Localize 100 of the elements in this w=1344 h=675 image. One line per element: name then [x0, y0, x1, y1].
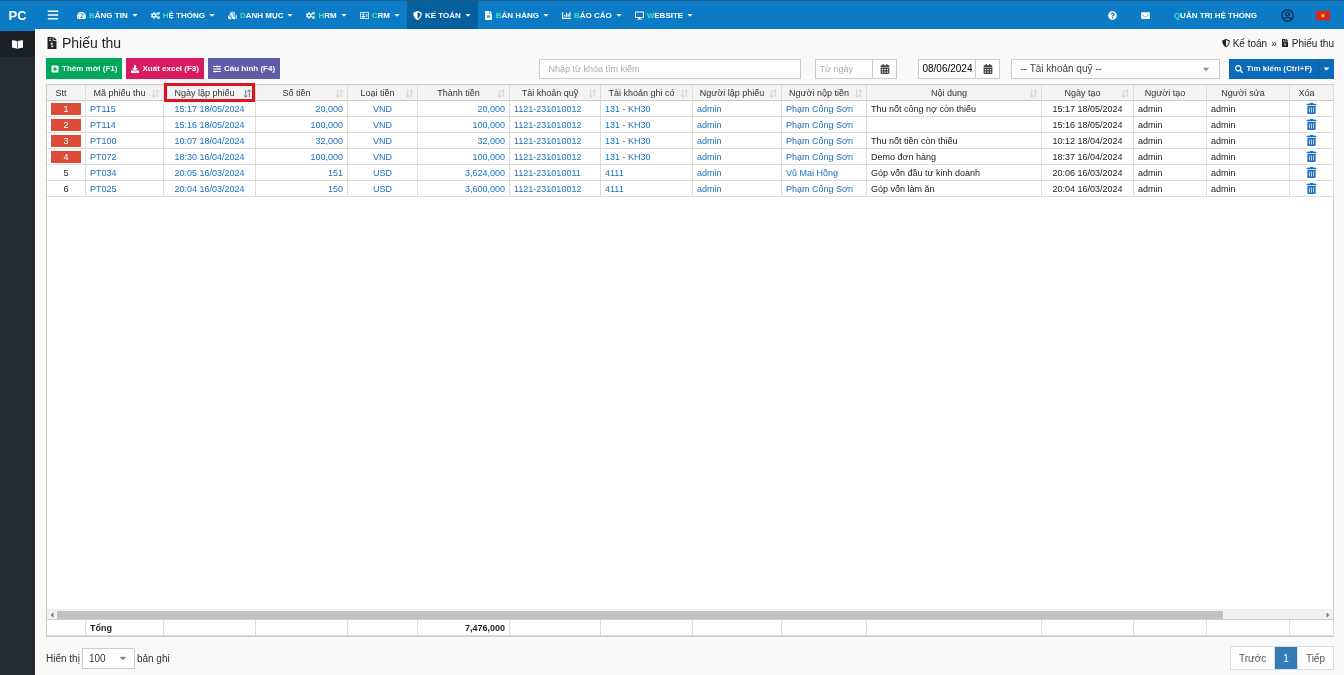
- table-cell[interactable]: Vũ Mai Hồng: [782, 165, 867, 181]
- table-cell[interactable]: 4111: [601, 165, 693, 181]
- dropdown-toggle[interactable]: [1318, 58, 1334, 79]
- table-cell[interactable]: VND: [348, 117, 418, 133]
- table-cell[interactable]: 100,000: [256, 149, 348, 165]
- table-cell[interactable]: 151: [256, 165, 348, 181]
- nav-menu-item[interactable]: BÁN HÀNG: [477, 1, 556, 29]
- column-header[interactable]: Nội dung: [867, 85, 1042, 101]
- table-cell[interactable]: VND: [348, 133, 418, 149]
- table-cell[interactable]: 20,000: [418, 101, 510, 117]
- nav-menu-item[interactable]: HỆ THỐNG: [144, 1, 222, 29]
- table-cell[interactable]: 20:04 16/03/2024: [164, 181, 256, 197]
- search-button[interactable]: Tìm kiếm (Ctrl+F): [1229, 58, 1318, 79]
- table-cell[interactable]: admin: [693, 117, 782, 133]
- search-field[interactable]: Nhập từ khóa tìm kiếm: [539, 58, 802, 79]
- export-button[interactable]: Xuất excel (F3): [126, 58, 204, 79]
- table-cell[interactable]: VND: [348, 101, 418, 117]
- table-cell[interactable]: Phạm Công Sơn: [782, 133, 867, 149]
- breadcrumb-link[interactable]: Kế toán: [1232, 37, 1268, 49]
- pagination-button[interactable]: Trước: [1231, 647, 1275, 669]
- table-cell[interactable]: Phạm Công Sơn: [782, 101, 867, 117]
- table-cell[interactable]: 1121-231010012: [510, 149, 601, 165]
- table-cell[interactable]: PT114: [86, 117, 164, 133]
- table-cell[interactable]: 100,000: [418, 117, 510, 133]
- table-cell[interactable]: admin: [693, 133, 782, 149]
- nav-menu-item[interactable]: BÁO CÁO: [555, 1, 629, 29]
- table-cell[interactable]: PT034: [86, 165, 164, 181]
- column-header[interactable]: Loại tiền: [348, 85, 418, 101]
- table-cell[interactable]: PT025: [86, 181, 164, 197]
- nav-menu-item[interactable]: WEBSITE: [628, 1, 701, 29]
- nav-menu-item[interactable]: BẢNG TIN: [71, 1, 145, 29]
- table-cell[interactable]: 1121-231010012: [510, 181, 601, 197]
- column-header[interactable]: Thành tiền: [418, 85, 510, 101]
- table-cell[interactable]: 20,000: [256, 101, 348, 117]
- table-cell[interactable]: 15:16 18/05/2024: [164, 117, 256, 133]
- calendar-icon[interactable]: [873, 58, 898, 79]
- add-button[interactable]: Thêm mới (F1): [46, 58, 123, 79]
- trash-icon[interactable]: [1306, 151, 1317, 162]
- column-header[interactable]: Mã phiếu thu: [86, 85, 164, 101]
- column-header[interactable]: Người nộp tiền: [782, 85, 867, 101]
- trash-icon[interactable]: [1306, 135, 1317, 146]
- column-header[interactable]: Tài khoản quỹ: [510, 85, 601, 101]
- column-header[interactable]: Tài khoản ghi có: [601, 85, 693, 101]
- table-cell[interactable]: 100,000: [418, 149, 510, 165]
- column-header[interactable]: Số tiền: [256, 85, 348, 101]
- table-cell[interactable]: 32,000: [256, 133, 348, 149]
- table-cell[interactable]: 3,600,000: [418, 181, 510, 197]
- trash-icon[interactable]: [1306, 167, 1317, 178]
- table-cell[interactable]: 18:30 16/04/2024: [164, 149, 256, 165]
- calendar-icon[interactable]: [976, 58, 1001, 79]
- table-cell[interactable]: 131 - KH30: [601, 133, 693, 149]
- config-button[interactable]: Cấu hình (F4): [207, 58, 281, 79]
- date-from-field[interactable]: Từ ngày: [815, 58, 874, 79]
- table-cell[interactable]: 1121-231010011: [510, 165, 601, 181]
- table-cell[interactable]: USD: [348, 181, 418, 197]
- pagination-button[interactable]: 1: [1274, 647, 1297, 669]
- pagination-button[interactable]: Tiếp: [1296, 647, 1333, 669]
- table-cell[interactable]: PT072: [86, 149, 164, 165]
- user-menu[interactable]: QUẢN TRỊ HỆ THỐNG: [1161, 1, 1269, 29]
- table-cell[interactable]: Phạm Công Sơn: [782, 181, 867, 197]
- table-cell[interactable]: 3,624,000: [418, 165, 510, 181]
- table-cell[interactable]: PT100: [86, 133, 164, 149]
- table-cell[interactable]: Phạm Công Sơn: [782, 117, 867, 133]
- column-header[interactable]: Ngày tạo: [1042, 85, 1134, 101]
- nav-menu-item[interactable]: CRM: [353, 1, 407, 29]
- date-to-field[interactable]: 08/06/2024: [918, 58, 977, 79]
- table-cell[interactable]: 131 - KH30: [601, 101, 693, 117]
- table-cell[interactable]: Phạm Công Sơn: [782, 149, 867, 165]
- table-cell[interactable]: 4111: [601, 181, 693, 197]
- table-cell[interactable]: 10:07 18/04/2024: [164, 133, 256, 149]
- table-cell[interactable]: admin: [693, 181, 782, 197]
- table-cell[interactable]: 150: [256, 181, 348, 197]
- table-cell[interactable]: PT115: [86, 101, 164, 117]
- nav-menu-item[interactable]: KẾ TOÁN: [406, 1, 478, 29]
- table-cell[interactable]: admin: [693, 149, 782, 165]
- table-cell[interactable]: 1121-231010012: [510, 117, 601, 133]
- table-cell[interactable]: admin: [693, 165, 782, 181]
- brand-logo[interactable]: PC: [0, 1, 35, 29]
- table-cell[interactable]: 1121-231010012: [510, 101, 601, 117]
- column-header[interactable]: Người lập phiếu: [693, 85, 782, 101]
- account-select[interactable]: -- Tài khoản quỹ --: [1011, 58, 1221, 79]
- page-size-select[interactable]: 100: [81, 647, 135, 669]
- nav-menu-item[interactable]: DANH MỤC: [221, 1, 301, 29]
- table-cell[interactable]: VND: [348, 149, 418, 165]
- table-cell[interactable]: 131 - KH30: [601, 117, 693, 133]
- trash-icon[interactable]: [1306, 119, 1317, 130]
- trash-icon[interactable]: [1306, 183, 1317, 194]
- table-cell[interactable]: 20:05 16/03/2024: [164, 165, 256, 181]
- table-cell[interactable]: USD: [348, 165, 418, 181]
- table-cell[interactable]: 100,000: [256, 117, 348, 133]
- table-cell[interactable]: admin: [693, 101, 782, 117]
- book-icon[interactable]: [0, 29, 35, 57]
- nav-menu-item[interactable]: HRM: [300, 1, 354, 29]
- horizontal-scrollbar[interactable]: [47, 609, 1333, 619]
- column-header[interactable]: Ngày lập phiếu: [164, 85, 256, 101]
- trash-icon[interactable]: [1306, 103, 1317, 114]
- flag-icon[interactable]: [1316, 9, 1330, 21]
- table-cell[interactable]: 32,000: [418, 133, 510, 149]
- table-cell[interactable]: 1121-231010012: [510, 133, 601, 149]
- table-cell[interactable]: 15:17 18/05/2024: [164, 101, 256, 117]
